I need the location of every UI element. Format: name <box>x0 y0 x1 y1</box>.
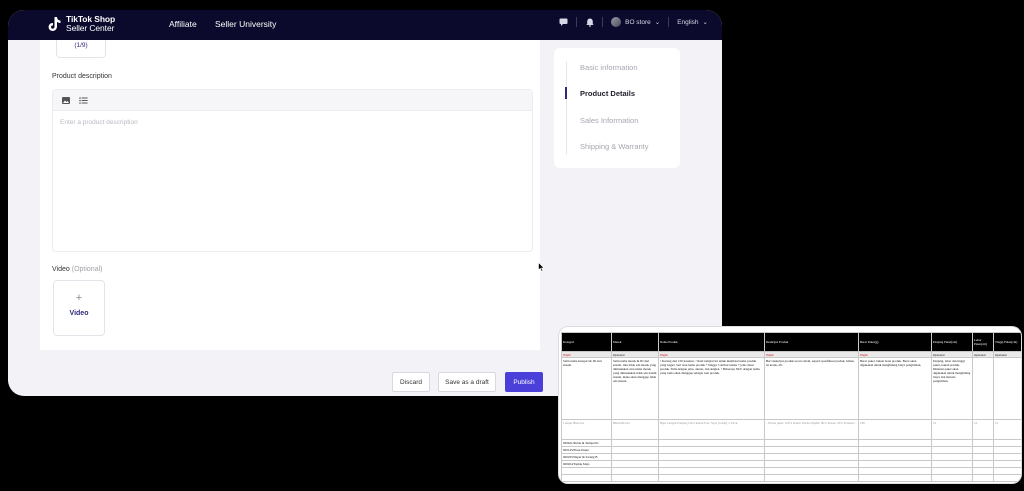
bulleted-list-icon[interactable] <box>79 91 88 109</box>
table-cell <box>972 357 994 420</box>
discard-button[interactable]: Discard <box>392 372 430 392</box>
video-label: Video (Optional) <box>52 266 102 273</box>
language-label: English <box>677 18 699 26</box>
step-product-details[interactable]: Product Details <box>580 89 635 98</box>
store-name: BO store <box>625 18 651 26</box>
tiktok-shop-logo[interactable]: TikTok Shop Seller Center <box>48 15 115 33</box>
column-header: Nama Produk <box>658 332 765 352</box>
video-label-text: Video <box>52 266 70 273</box>
image-counter: (1/9) <box>74 42 88 49</box>
column-header: Merek <box>611 332 659 352</box>
product-description-editor[interactable]: Enter a product description <box>52 89 533 252</box>
plus-icon: + <box>75 292 83 304</box>
form-steps-panel: Basic information Product Details Sales … <box>554 48 680 168</box>
table-cell: Salin nama kategori & ID dari sistem. <box>561 357 612 420</box>
table-row: 600204/Taplak Meja <box>561 460 1021 468</box>
table-row <box>561 474 1021 482</box>
category-cell[interactable]: 600204/Taplak Meja <box>561 460 612 468</box>
table-cell: 10 <box>931 419 973 440</box>
save-draft-button[interactable]: Save as a draft <box>438 372 496 392</box>
spreadsheet-table: Kategori Merek Nama Produk Deskripsi Pro… <box>561 332 1021 482</box>
bell-icon[interactable] <box>585 18 594 27</box>
example-row: Lampu Hias/xxx BRAND/xxx Baju Lengan Pan… <box>561 419 1021 440</box>
editor-toolbar <box>53 90 532 111</box>
bulk-upload-spreadsheet: Kategori Merek Nama Produk Deskripsi Pro… <box>558 326 1022 484</box>
nav-divider <box>576 17 578 27</box>
category-cell[interactable]: 600185/Dapur & Sarung B <box>561 453 612 461</box>
active-step-indicator <box>565 87 567 99</box>
logo-line-2: Seller Center <box>66 23 115 33</box>
step-shipping-warranty[interactable]: Shipping & Warranty <box>580 142 649 151</box>
table-cell: BRAND/xxx <box>611 419 659 440</box>
description-row: Salin nama kategori & ID dari sistem. Sa… <box>561 357 1021 420</box>
spreadsheet-header-row: Kategori Merek Nama Produk Deskripsi Pro… <box>561 332 1021 352</box>
chevron-down-icon: ⌄ <box>654 19 661 26</box>
store-switcher[interactable]: BO store ⌄ <box>611 17 660 27</box>
video-optional-text: (Optional) <box>71 266 103 273</box>
mouse-cursor-icon <box>538 262 545 272</box>
language-switcher[interactable]: English ⌄ <box>677 18 708 27</box>
image-icon[interactable] <box>62 91 70 109</box>
column-header: Tinggi Paket(cm) <box>993 332 1021 352</box>
nav-right-group: BO store ⌄ English ⌄ <box>559 17 708 27</box>
tiktok-icon <box>48 17 61 31</box>
chevron-down-icon: ⌄ <box>702 19 708 26</box>
table-row: 600185/Dapur & Sarung B <box>561 453 1021 461</box>
table-cell: Baju Lengan Panjang Ultra Katun Pria, Sa… <box>658 419 765 440</box>
table-cell: 180 <box>858 419 932 440</box>
nav-link-seller-university[interactable]: Seller University <box>215 19 276 29</box>
table-cell: 10 <box>993 419 1021 440</box>
table-cell: Salin nama merek & ID dari sistem. Jika … <box>611 357 659 420</box>
column-header: Kategori <box>561 332 612 352</box>
steps-track <box>566 62 567 154</box>
table-cell: - Warna jaket: 100% Katun Warna Dijahit,… <box>764 419 859 440</box>
product-description-label: Product description <box>52 73 112 80</box>
step-basic-information[interactable]: Basic information <box>580 63 638 72</box>
table-cell: Beri deskripsi produk secara detail, sep… <box>764 357 859 420</box>
nav-divider <box>602 17 604 27</box>
column-header: Lebar Paket(cm) <box>972 332 994 352</box>
chat-icon[interactable] <box>559 18 568 27</box>
top-navigation-bar: TikTok Shop Seller Center Affiliate Sell… <box>8 10 722 40</box>
nav-divider <box>668 17 670 27</box>
column-header: Panjang Paket(cm) <box>931 332 973 352</box>
table-cell: 10 <box>972 419 994 440</box>
table-cell: Panjang, lebar dan tinggi paket, bukan p… <box>931 357 973 420</box>
publish-button[interactable]: Publish <box>505 372 543 392</box>
video-button-label: Video <box>69 310 89 317</box>
description-placeholder: Enter a product description <box>60 119 138 126</box>
table-cell <box>993 357 1021 420</box>
category-cell[interactable]: 600145/Pisau Dapur <box>561 446 612 454</box>
video-upload-button[interactable]: + Video <box>53 280 105 336</box>
table-row: 600145/Pisau Dapur <box>561 446 1021 454</box>
nav-link-affiliate[interactable]: Affiliate <box>169 19 197 29</box>
store-avatar <box>611 17 622 27</box>
table-row: 600621/Rotak & Tempat Pe <box>561 439 1021 447</box>
table-cell: Berat paket, bukan berat produk. Berat a… <box>858 357 932 420</box>
column-header: Deskripsi Produk <box>764 332 859 352</box>
table-cell: • Kurang dari 100 karakter. • Ikuti temp… <box>658 357 765 420</box>
category-cell[interactable]: 600621/Rotak & Tempat Pe <box>561 439 612 447</box>
logo-text: TikTok Shop Seller Center <box>66 15 115 33</box>
table-row <box>561 467 1021 475</box>
image-upload-slot[interactable]: (1/9) <box>56 40 106 58</box>
column-header: Berat Paket(g) <box>858 332 932 352</box>
step-sales-information[interactable]: Sales Information <box>580 116 638 125</box>
screenshot-stage: TikTok Shop Seller Center Affiliate Sell… <box>0 0 1024 491</box>
table-cell: Lampu Hias/xxx <box>561 419 612 440</box>
